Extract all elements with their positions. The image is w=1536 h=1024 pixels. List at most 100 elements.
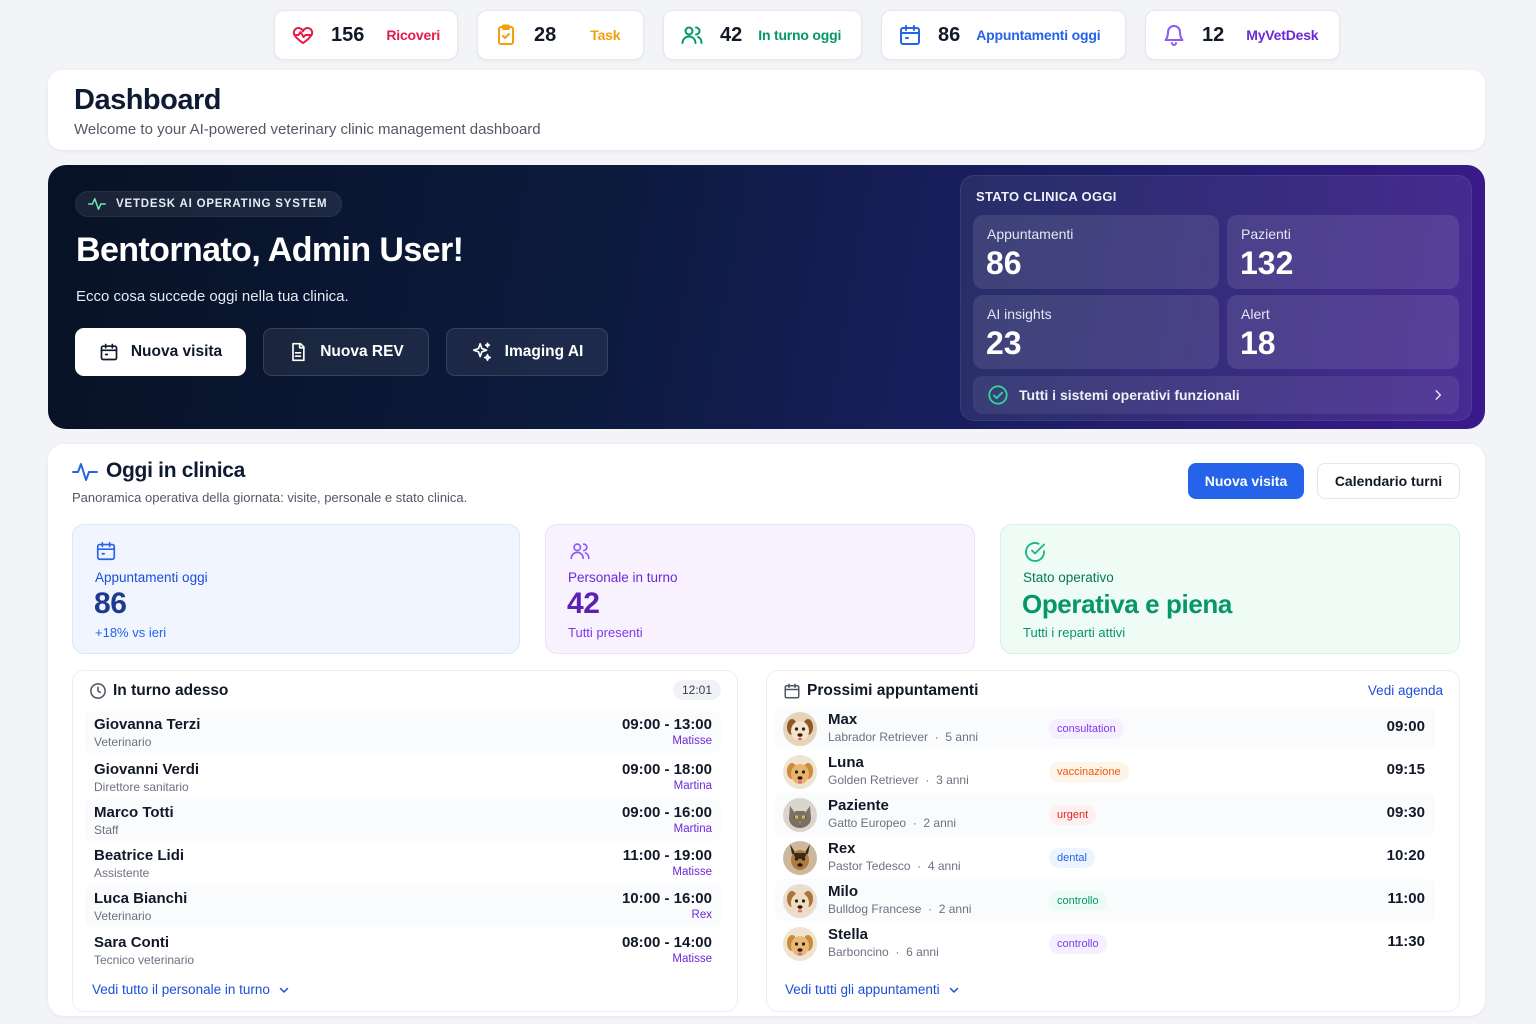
staff-name: Beatrice Lidi xyxy=(94,847,185,864)
calendar-icon xyxy=(900,25,920,45)
dog-avatar xyxy=(783,755,817,789)
kpi-label: Stato operativo xyxy=(1023,570,1114,585)
hero-title: Bentornato, Admin User! xyxy=(76,231,464,269)
nuova-rev-button[interactable]: Nuova REV xyxy=(263,328,429,376)
staff-location: Martina xyxy=(673,780,712,792)
staff-role: Staff xyxy=(94,823,119,837)
activity-icon xyxy=(72,463,98,481)
appointment-time: 10:20 xyxy=(1386,847,1425,864)
dog-avatar xyxy=(783,927,817,961)
staff-role: Veterinario xyxy=(94,909,152,923)
stato-clinica-title: STATO CLINICA OGGI xyxy=(976,189,1117,204)
tile-value: 86 xyxy=(986,245,1022,281)
staff-location: Martina xyxy=(673,823,712,835)
link-label: Vedi tutto il personale in turno xyxy=(92,982,270,997)
nuova-visita-button[interactable]: Nuova visita xyxy=(75,328,246,376)
appointment-time: 11:30 xyxy=(1387,933,1425,950)
appointment-row[interactable]: Max Labrador Retriever · 5 anni consulta… xyxy=(775,707,1435,749)
staff-row[interactable]: Giovanni Verdi Direttore sanitario 09:00… xyxy=(85,756,721,798)
visit-type-tag: consultation xyxy=(1049,719,1124,739)
users-icon xyxy=(570,543,590,560)
chevron-down-icon xyxy=(949,987,958,993)
patient-details: Golden Retriever · 3 anni xyxy=(828,773,969,787)
appointment-row[interactable]: Stella Barboncino · 6 anni controllo 11:… xyxy=(775,922,1435,964)
prossimi-appuntamenti-panel: Prossimi appuntamenti Vedi agenda Max La… xyxy=(766,670,1460,1012)
staff-location: Matisse xyxy=(672,953,712,965)
vedi-agenda-link[interactable]: Vedi agenda xyxy=(1368,683,1443,698)
patient-details: Pastor Tedesco · 4 anni xyxy=(828,859,961,873)
stat-pill-ricoveri[interactable]: 156 Ricoveri xyxy=(274,10,458,60)
tile-value: 18 xyxy=(1240,325,1276,361)
welcome-hero: VETDESK AI OPERATING SYSTEM Bentornato, … xyxy=(48,165,1485,429)
button-label: Nuova visita xyxy=(130,343,223,360)
stat-label: In turno oggi xyxy=(758,27,842,43)
document-icon xyxy=(292,342,305,362)
imaging-ai-button[interactable]: Imaging AI xyxy=(446,328,608,376)
staff-row[interactable]: Luca Bianchi Veterinario 10:00 - 16:00 R… xyxy=(85,885,721,927)
staff-row[interactable]: Marco Totti Staff 09:00 - 16:00 Martina xyxy=(85,799,721,841)
button-label: Imaging AI xyxy=(504,343,584,360)
kpi-note: Tutti i reparti attivi xyxy=(1023,625,1126,640)
page-header: Dashboard Welcome to your AI-powered vet… xyxy=(48,70,1485,150)
hero-badge-label: VETDESK AI OPERATING SYSTEM xyxy=(116,198,328,210)
nuova-visita-primary-button[interactable]: Nuova visita xyxy=(1188,463,1304,499)
clock-icon xyxy=(90,683,106,699)
appointment-row[interactable]: Luna Golden Retriever · 3 anni vaccinazi… xyxy=(775,750,1435,792)
kpi-personale-in-turno: Personale in turno 42 Tutti presenti xyxy=(545,524,975,654)
stat-value: 28 xyxy=(534,23,557,46)
staff-hours: 10:00 - 16:00 xyxy=(621,890,712,907)
appointment-time: 09:30 xyxy=(1386,804,1425,821)
kpi-stato-operativo: Stato operativo Operativa e piena Tutti … xyxy=(1000,524,1460,654)
calendario-turni-button[interactable]: Calendario turni xyxy=(1317,463,1460,499)
patient-name: Max xyxy=(828,711,858,728)
appointment-time: 09:15 xyxy=(1386,761,1425,778)
users-icon xyxy=(681,26,703,44)
calendar-icon xyxy=(100,343,118,361)
appointment-row[interactable]: Milo Bulldog Francese · 2 anni controllo… xyxy=(775,879,1435,921)
stat-pill-in-turno[interactable]: 42 In turno oggi xyxy=(663,10,862,60)
staff-location: Matisse xyxy=(672,866,712,878)
bell-icon xyxy=(1164,25,1184,46)
heart-icon xyxy=(292,27,314,44)
tile-label: AI insights xyxy=(987,306,1052,322)
in-turno-panel: In turno adesso 12:01 Giovanna Terzi Vet… xyxy=(72,670,738,1012)
appointment-row[interactable]: Paziente Gatto Europeo · 2 anni urgent 0… xyxy=(775,793,1435,835)
tile-value: 23 xyxy=(986,325,1022,361)
sparkles-icon xyxy=(472,342,491,362)
stat-value: 42 xyxy=(720,23,743,46)
kpi-note: +18% vs ieri xyxy=(95,625,167,640)
hero-subtitle: Ecco cosa succede oggi nella tua clinica… xyxy=(76,288,349,305)
visit-type-tag: controllo xyxy=(1049,891,1107,911)
cat-avatar xyxy=(783,798,817,832)
vedi-personale-link[interactable]: Vedi tutto il personale in turno xyxy=(92,982,290,997)
stat-pill-task[interactable]: 28 Task xyxy=(477,10,644,60)
staff-role: Tecnico veterinario xyxy=(94,953,195,967)
stato-tile-ai-insights: AI insights 23 xyxy=(973,295,1219,369)
staff-location: Matisse xyxy=(672,735,712,747)
appointment-row[interactable]: Rex Pastor Tedesco · 4 anni dental 10:20 xyxy=(775,836,1435,878)
vedi-appuntamenti-link[interactable]: Vedi tutti gli appuntamenti xyxy=(785,982,960,997)
stat-pill-appuntamenti[interactable]: 86 Appuntamenti oggi xyxy=(881,10,1126,60)
staff-row[interactable]: Giovanna Terzi Veterinario 09:00 - 13:00… xyxy=(85,711,721,753)
link-label: Vedi tutti gli appuntamenti xyxy=(785,982,940,997)
stato-clinica-panel: STATO CLINICA OGGI Appuntamenti 86 Pazie… xyxy=(960,175,1472,421)
staff-hours: 08:00 - 14:00 xyxy=(621,934,712,951)
stat-pill-myvetdesk[interactable]: 12 MyVetDesk xyxy=(1145,10,1340,60)
staff-row[interactable]: Sara Conti Tecnico veterinario 08:00 - 1… xyxy=(85,929,721,971)
stat-value: 156 xyxy=(331,23,365,46)
staff-hours: 09:00 - 18:00 xyxy=(621,761,712,778)
calendar-icon xyxy=(96,541,116,561)
visit-type-tag: vaccinazione xyxy=(1049,762,1129,782)
kpi-value: 86 xyxy=(94,587,127,620)
calendar-icon xyxy=(784,683,800,699)
stato-tile-alert: Alert 18 xyxy=(1227,295,1459,369)
appointment-time: 11:00 xyxy=(1387,890,1425,907)
staff-hours: 11:00 - 19:00 xyxy=(622,847,712,864)
staff-row[interactable]: Beatrice Lidi Assistente 11:00 - 19:00 M… xyxy=(85,842,721,884)
stat-label: Appuntamenti oggi xyxy=(976,27,1101,43)
system-status-bar[interactable]: Tutti i sistemi operativi funzionali xyxy=(973,376,1459,414)
appointment-time: 09:00 xyxy=(1386,718,1425,735)
patient-details: Bulldog Francese · 2 anni xyxy=(828,902,972,916)
pulse-icon xyxy=(88,198,106,210)
button-label: Nuova REV xyxy=(320,343,404,360)
